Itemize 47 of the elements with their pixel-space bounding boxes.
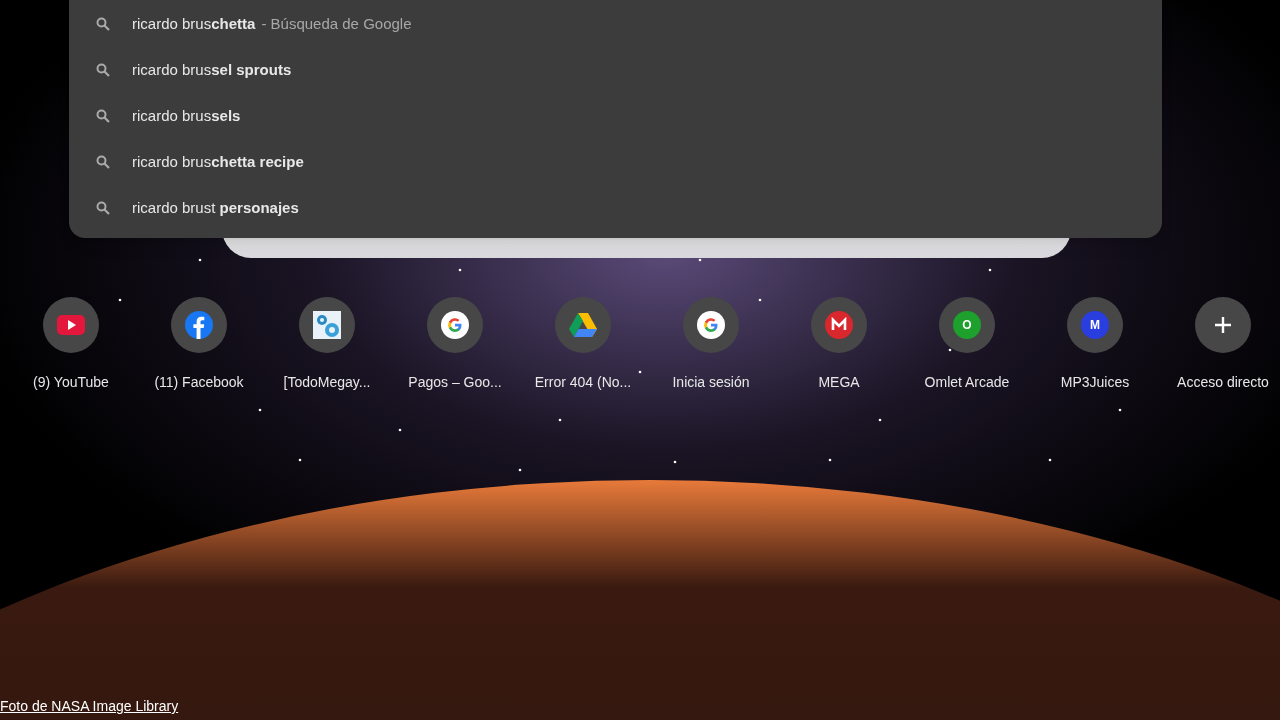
shortcut-label: Inicia sesión bbox=[672, 373, 750, 392]
suggestion-item[interactable]: ricardo bruschetta recipe bbox=[69, 139, 1162, 185]
shortcut-tile[interactable]: O Omlet Arcade bbox=[903, 297, 1031, 393]
shortcut-label: MP3Juices bbox=[1060, 373, 1130, 392]
mega-icon bbox=[825, 311, 853, 339]
shortcut-tile[interactable]: [TodoMegay... bbox=[263, 297, 391, 393]
search-icon bbox=[96, 63, 110, 77]
photo-credit-link[interactable]: Foto de NASA Image Library bbox=[0, 696, 179, 717]
shortcut-label: Acceso directo bbox=[1177, 373, 1269, 392]
suggestion-item[interactable]: ricardo brussel sprouts bbox=[69, 47, 1162, 93]
shortcut-label: Error 404 (No... bbox=[534, 373, 632, 392]
suggestion-text: ricardo bruschetta recipe bbox=[132, 151, 304, 172]
shortcut-tile[interactable]: Error 404 (No... bbox=[519, 297, 647, 393]
shortcut-tile[interactable]: Pagos – Goo... bbox=[391, 297, 519, 393]
shortcut-label: Pagos – Goo... bbox=[408, 373, 502, 392]
plus-icon bbox=[1214, 316, 1232, 334]
suggestion-detail: - Búsqueda de Google bbox=[261, 13, 412, 34]
letter-icon: O bbox=[953, 311, 981, 339]
facebook-icon bbox=[185, 311, 213, 339]
shortcut-label: [TodoMegay... bbox=[283, 373, 371, 392]
suggestion-item[interactable]: ricardo bruschetta - Búsqueda de Google bbox=[69, 1, 1162, 47]
suggestion-item[interactable]: ricardo brust personajes bbox=[69, 185, 1162, 231]
shortcut-tile[interactable]: (9) YouTube bbox=[7, 297, 135, 393]
google-icon bbox=[697, 311, 725, 339]
shortcut-tile[interactable]: M MP3Juices bbox=[1031, 297, 1159, 393]
shortcut-label: Omlet Arcade bbox=[924, 373, 1010, 392]
shortcut-tile[interactable]: Acceso directo bbox=[1159, 297, 1280, 393]
shortcut-tile[interactable]: MEGA bbox=[775, 297, 903, 393]
shortcut-label: (9) YouTube bbox=[33, 373, 109, 392]
suggestion-text: ricardo brussel sprouts bbox=[132, 59, 292, 80]
suggestion-item[interactable]: ricardo brussels bbox=[69, 93, 1162, 139]
suggestion-text: ricardo brust personajes bbox=[132, 197, 299, 218]
suggestion-text: ricardo bruschetta bbox=[132, 13, 256, 34]
shortcut-label: (11) Facebook bbox=[154, 373, 244, 392]
suggestion-text: ricardo brussels bbox=[132, 105, 241, 126]
search-icon bbox=[96, 17, 110, 31]
gears-icon bbox=[313, 311, 341, 339]
search-icon bbox=[96, 109, 110, 123]
triangle-icon bbox=[569, 313, 597, 337]
play-icon bbox=[57, 315, 85, 335]
shortcut-tile[interactable]: Inicia sesión bbox=[647, 297, 775, 393]
search-icon bbox=[96, 155, 110, 169]
letter-icon: M bbox=[1081, 311, 1109, 339]
shortcut-label: MEGA bbox=[818, 373, 860, 392]
search-icon bbox=[96, 201, 110, 215]
shortcut-tile[interactable]: (11) Facebook bbox=[135, 297, 263, 393]
google-icon bbox=[441, 311, 469, 339]
